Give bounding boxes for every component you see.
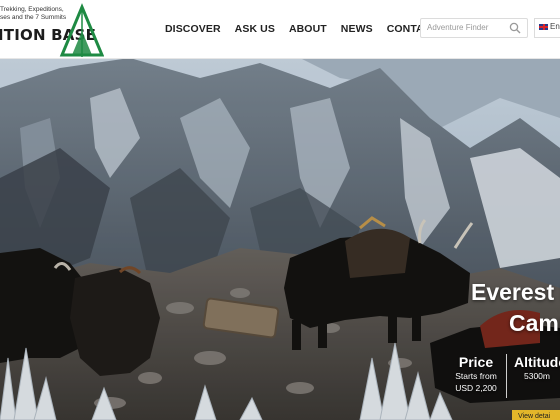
nav-item-ask-us[interactable]: ASK US: [235, 23, 275, 37]
price-value: USD 2,200: [455, 383, 497, 393]
logo[interactable]: Trekking, Expeditions, ses and the 7 Sum…: [0, 0, 110, 58]
price-label: Price: [458, 354, 494, 370]
adventure-finder-search: [420, 18, 528, 38]
price-stat: Price Starts from USD 2,200: [455, 354, 497, 394]
main-navigation: DISCOVER ASK US ABOUT NEWS CONTACT: [165, 23, 438, 37]
search-input[interactable]: [427, 20, 503, 34]
hero-title: Everest B Camp: [471, 277, 560, 339]
hero-title-line-1: Everest B: [471, 279, 560, 305]
logo-tagline-line-2: ses and the 7 Summits: [0, 14, 67, 21]
hero-title-line-2: Camp: [509, 310, 560, 336]
logo-tagline-line-1: Trekking, Expeditions,: [0, 6, 64, 13]
altitude-value: 5300m: [524, 371, 550, 381]
search-icon[interactable]: [509, 22, 521, 34]
language-selector[interactable]: Eng: [534, 18, 560, 38]
nav-item-news[interactable]: NEWS: [341, 23, 373, 37]
site-header: Trekking, Expeditions, ses and the 7 Sum…: [0, 0, 560, 59]
altitude-stat: Altitude 5300m: [514, 354, 560, 382]
altitude-label: Altitude: [514, 354, 560, 370]
price-prefix: Starts from: [455, 371, 497, 381]
view-details-button[interactable]: View detai: [512, 410, 560, 420]
uk-flag-icon: [539, 24, 548, 30]
nav-item-discover[interactable]: DISCOVER: [165, 23, 221, 37]
mountain-logo-icon: [59, 3, 104, 57]
hero-banner: Everest B Camp Price Starts from USD 2,2…: [0, 58, 560, 420]
nav-item-about[interactable]: ABOUT: [289, 23, 327, 37]
stat-divider: [506, 354, 507, 398]
logo-tagline: Trekking, Expeditions, ses and the 7 Sum…: [0, 6, 67, 22]
language-label: Eng: [550, 22, 560, 31]
